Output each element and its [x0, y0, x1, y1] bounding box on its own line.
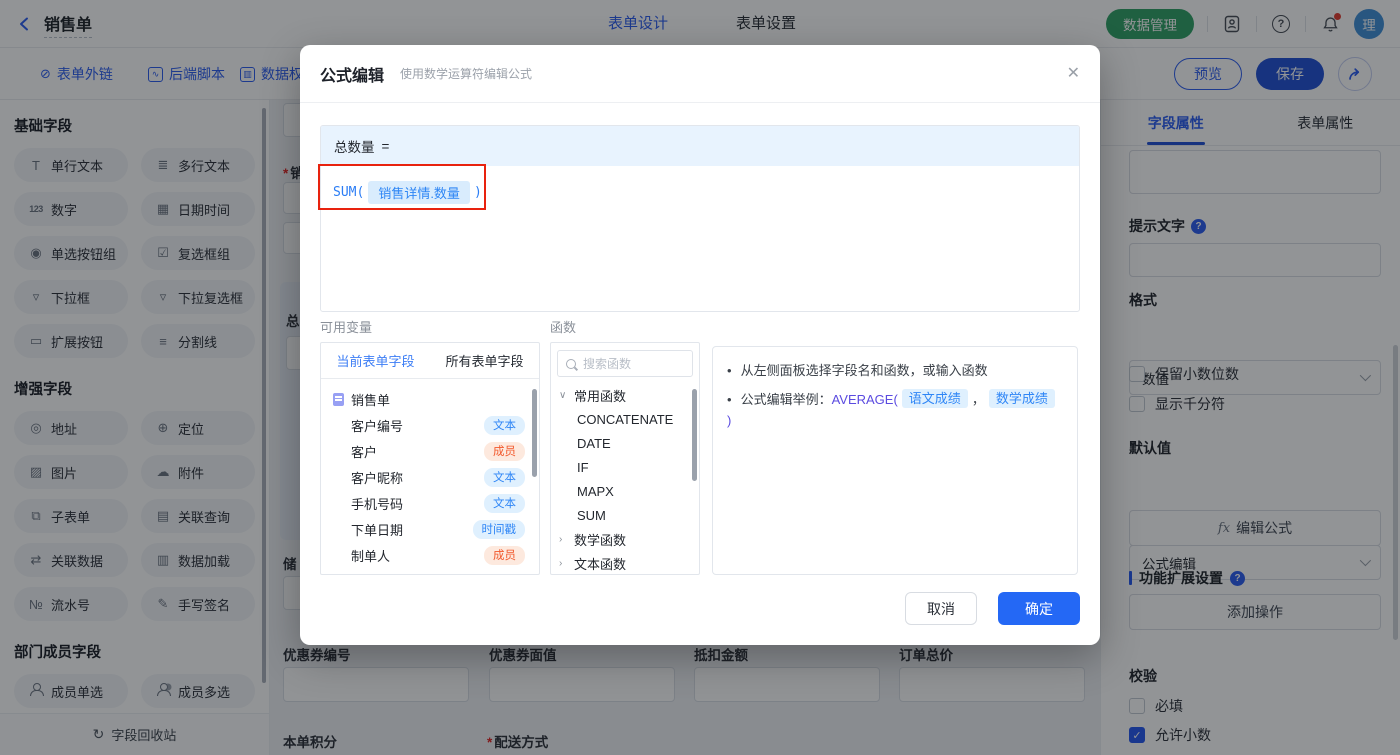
app-window: 销售单 表单设计 表单设置 数据管理 ? 理	[0, 0, 1400, 755]
type-chip-text: 文本	[484, 416, 525, 435]
fn-item-sum[interactable]: SUM	[551, 503, 699, 527]
modal-subtitle: 使用数学运算符编辑公式	[400, 65, 532, 82]
formula-close-token: )	[474, 185, 482, 200]
bullet: •	[727, 389, 732, 410]
type-chip-timestamp: 时间戳	[473, 520, 526, 539]
formula-field-chip[interactable]: 销售详情.数量	[368, 181, 470, 204]
modal-title: 公式编辑	[320, 62, 384, 86]
formula-box: 总数量 = SUM( 销售详情.数量 )	[320, 125, 1080, 312]
fn-group-math[interactable]: › 数学函数	[551, 527, 699, 551]
functions-label: 函数	[550, 317, 576, 336]
close-button[interactable]: ✕	[1067, 66, 1080, 82]
hint-line-2: • 公式编辑举例： AVERAGE( 语文成绩 ， 数学成绩 )	[727, 389, 1063, 431]
close-icon: ✕	[1067, 65, 1080, 82]
variables-scrollbar[interactable]	[532, 389, 537, 477]
example-function-token: AVERAGE(	[832, 389, 898, 410]
variable-row[interactable]: 手机号码 文本	[321, 490, 539, 516]
variable-row[interactable]: 客户编号 文本	[321, 412, 539, 438]
functions-scrollbar[interactable]	[692, 389, 697, 481]
type-chip-member: 成员	[484, 546, 525, 565]
equals-sign: =	[382, 139, 390, 154]
type-chip-text: 文本	[484, 494, 525, 513]
formula-target: 总数量	[334, 136, 375, 156]
fn-item-mapx[interactable]: MAPX	[551, 479, 699, 503]
example-close-token: )	[727, 410, 731, 431]
cancel-button[interactable]: 取消	[905, 592, 977, 625]
example-field-chip: 语文成绩	[902, 389, 968, 408]
fn-item-concatenate[interactable]: CONCATENATE	[551, 407, 699, 431]
fn-item-date[interactable]: DATE	[551, 431, 699, 455]
formula-function-token: SUM(	[333, 185, 364, 200]
type-chip-member: 成员	[484, 442, 525, 461]
comma: ，	[972, 389, 985, 410]
fn-item-if[interactable]: IF	[551, 455, 699, 479]
variable-row[interactable]: 客户 成员	[321, 438, 539, 464]
tree-root-form[interactable]: 销售单	[321, 386, 539, 412]
hint-panel: • 从左侧面板选择字段名和函数，或输入函数 • 公式编辑举例： AVERAGE(…	[712, 346, 1078, 575]
fn-group-text[interactable]: › 文本函数	[551, 551, 699, 575]
chevron-down-icon: ∨	[559, 390, 569, 401]
example-field-chip: 数学成绩	[989, 389, 1055, 408]
function-search-input[interactable]: 搜索函数	[557, 350, 693, 377]
type-chip-text: 文本	[484, 468, 525, 487]
confirm-button[interactable]: 确定	[998, 592, 1080, 625]
chevron-right-icon: ›	[559, 534, 569, 545]
tab-all-form-fields[interactable]: 所有表单字段	[430, 343, 539, 378]
variable-row[interactable]: 制单人 成员	[321, 542, 539, 568]
formula-editor[interactable]: SUM( 销售详情.数量 )	[321, 166, 1079, 219]
hint-line-1: • 从左侧面板选择字段名和函数，或输入函数	[727, 360, 1063, 381]
variables-panel: 当前表单字段 所有表单字段 销售单 客户编号 文本 客户 成员 客户昵称	[320, 342, 540, 575]
search-placeholder: 搜索函数	[583, 355, 631, 372]
document-icon	[333, 393, 344, 406]
bullet: •	[727, 360, 732, 381]
chevron-right-icon: ›	[559, 558, 569, 569]
functions-panel: 搜索函数 ∨ 常用函数 CONCATENATE DATE IF MAPX SUM…	[550, 342, 700, 575]
search-icon	[566, 359, 576, 369]
tab-current-form-fields[interactable]: 当前表单字段	[321, 343, 430, 378]
formula-edit-modal: 公式编辑 使用数学运算符编辑公式 ✕ 总数量 = SUM( 销售详情.数量 ) …	[300, 45, 1100, 645]
fn-group-common[interactable]: ∨ 常用函数	[551, 383, 699, 407]
variable-row[interactable]: 客户昵称 文本	[321, 464, 539, 490]
variable-row[interactable]: 下单日期 时间戳	[321, 516, 539, 542]
variables-label: 可用变量	[320, 317, 372, 336]
